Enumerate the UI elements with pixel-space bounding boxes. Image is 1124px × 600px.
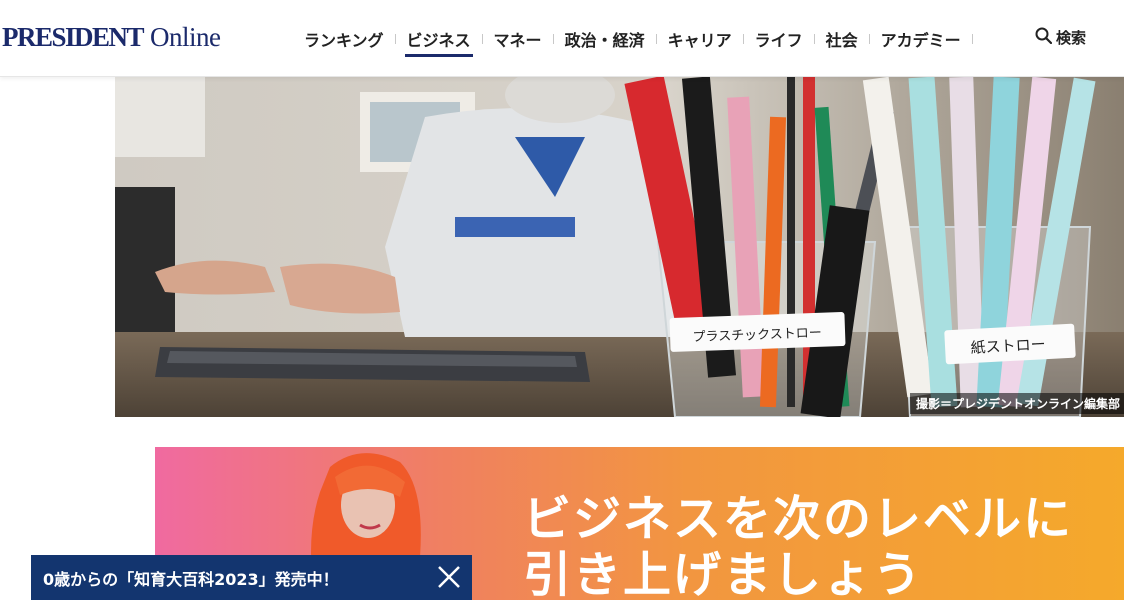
nav-society[interactable]: 社会 <box>822 27 862 51</box>
nav-career[interactable]: キャリア <box>664 27 736 51</box>
close-icon[interactable] <box>436 564 462 590</box>
ad-headline-line2: 引き上げましょう <box>523 547 924 600</box>
promo-banner-text[interactable]: 0歳からの「知育大百科2023」発売中！ <box>43 566 339 590</box>
nav-separator <box>552 34 554 44</box>
hero-image: プラスチックストロー 紙ストロー 撮影＝プレジデントオンライン編集部 <box>115 77 1124 417</box>
nav-academy[interactable]: アカデミー <box>877 27 965 51</box>
nav-separator <box>971 34 973 44</box>
nav-business[interactable]: ビジネス <box>403 27 475 57</box>
nav-separator <box>742 34 744 44</box>
nav-separator <box>481 34 483 44</box>
hero-photo: プラスチックストロー 紙ストロー <box>115 77 1124 417</box>
nav-separator <box>655 34 657 44</box>
nav-separator <box>394 34 396 44</box>
site-logo[interactable]: PRESIDENT Online <box>2 22 221 56</box>
promo-banner[interactable]: 0歳からの「知育大百科2023」発売中！ <box>31 555 472 600</box>
nav-money[interactable]: マネー <box>490 27 546 51</box>
search-icon <box>1035 27 1056 48</box>
nav-separator <box>813 34 815 44</box>
logo-sub: Online <box>150 22 221 52</box>
nav-life[interactable]: ライフ <box>751 27 807 51</box>
main-nav: ランキング ビジネス マネー 政治・経済 キャリア ライフ 社会 アカデミー <box>300 26 980 57</box>
logo-main: PRESIDENT <box>2 22 145 52</box>
nav-separator <box>868 34 870 44</box>
search-label: 検索 <box>1056 29 1087 47</box>
photo-credit: 撮影＝プレジデントオンライン編集部 <box>909 393 1124 414</box>
nav-politics-economy[interactable]: 政治・経済 <box>561 27 649 51</box>
site-header: PRESIDENT Online ランキング ビジネス マネー 政治・経済 キャ… <box>0 0 1124 77</box>
nav-ranking[interactable]: ランキング <box>300 27 388 51</box>
search-button[interactable]: 検索 <box>1035 27 1086 48</box>
